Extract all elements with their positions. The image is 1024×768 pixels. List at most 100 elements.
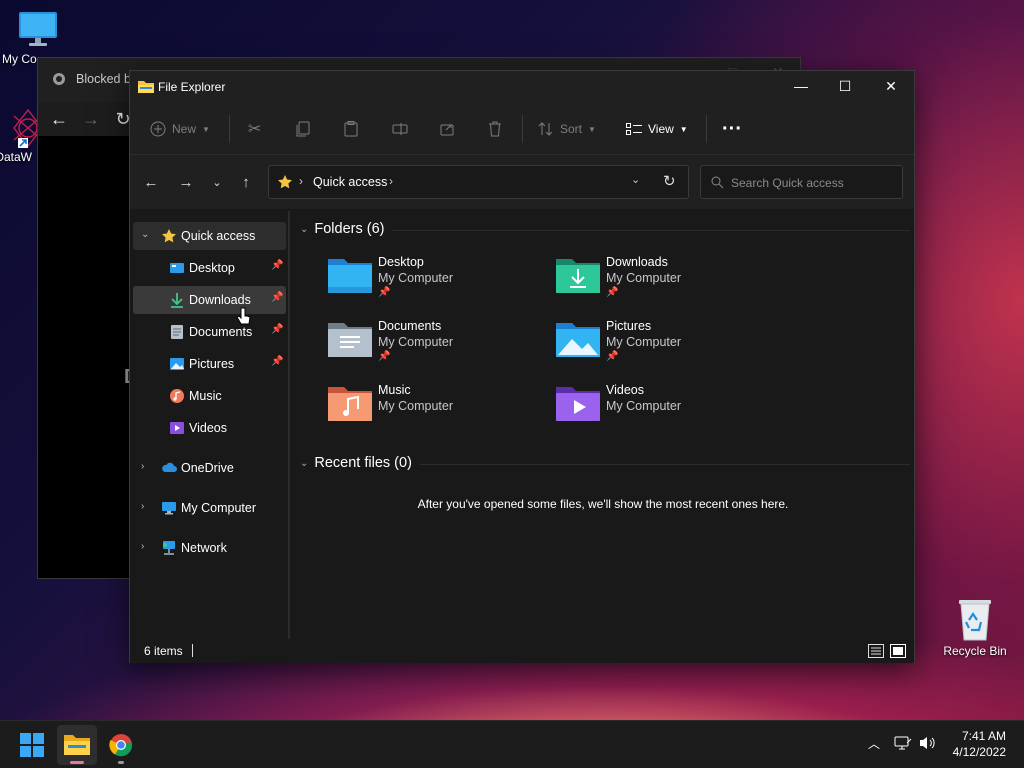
clock-time: 7:41 AM xyxy=(961,729,1006,743)
cut-button[interactable]: ✂ xyxy=(248,103,261,155)
taskbar-file-explorer[interactable] xyxy=(57,725,97,765)
folder-location: My Computer xyxy=(606,271,682,285)
chevron-down-icon: ▼ xyxy=(679,124,688,134)
breadcrumb-separator-icon: › xyxy=(299,174,303,188)
address-bar[interactable]: › Quick access › ⌄ ↻ xyxy=(268,165,689,199)
delete-button[interactable] xyxy=(488,103,502,155)
pin-icon: 📌 xyxy=(606,287,619,298)
more-options-button[interactable]: ··· xyxy=(722,103,742,155)
chevron-down-icon[interactable]: ⌄ xyxy=(300,224,308,235)
nav-item-downloads[interactable]: Downloads 📌 xyxy=(133,286,286,314)
documents-folder-icon xyxy=(328,323,372,357)
search-input[interactable] xyxy=(731,174,891,192)
folder-location: My Computer xyxy=(606,335,682,349)
item-count: 6 items xyxy=(144,644,183,658)
folder-location: My Computer xyxy=(378,399,454,413)
chevron-down-icon: ▼ xyxy=(202,124,210,134)
nav-item-videos[interactable]: Videos xyxy=(133,414,286,442)
nav-item-my-computer[interactable]: › My Computer xyxy=(133,494,286,522)
chevron-down-icon[interactable]: ⌄ xyxy=(300,458,308,469)
view-button[interactable]: View ▼ xyxy=(626,103,688,155)
breadcrumb-quick-access[interactable]: Quick access xyxy=(313,175,387,189)
folder-tile-documents[interactable]: Documents My Computer 📌 xyxy=(328,319,548,379)
nav-item-quick-access[interactable]: ⌄ Quick access xyxy=(133,222,286,250)
recycle-bin-icon xyxy=(959,600,991,641)
folders-section-header[interactable]: ⌄ Folders (6) xyxy=(300,221,385,237)
rename-button[interactable] xyxy=(392,103,408,155)
folder-tile-pictures[interactable]: Pictures My Computer 📌 xyxy=(556,319,776,379)
nav-item-onedrive[interactable]: › OneDrive xyxy=(133,454,286,482)
new-button-label: New xyxy=(172,122,197,136)
recent-files-section-title: Recent files (0) xyxy=(314,455,412,471)
search-box[interactable] xyxy=(700,165,903,199)
chevron-right-icon[interactable]: › xyxy=(141,541,144,552)
paste-button[interactable] xyxy=(344,103,358,155)
videos-folder-icon xyxy=(556,387,600,421)
system-clock[interactable]: 7:41 AM 4/12/2022 xyxy=(953,728,1006,760)
folder-location: My Computer xyxy=(378,271,454,285)
folder-tile-music[interactable]: Music My Computer xyxy=(328,383,548,443)
title-bar[interactable]: File Explorer — ☐ ✕ xyxy=(130,71,914,103)
star-icon xyxy=(278,175,292,189)
divider xyxy=(706,115,707,143)
nav-item-label: My Computer xyxy=(181,501,257,515)
navigation-pane: ⌄ Quick access Desktop 📌 Downloads 📌 Doc… xyxy=(130,209,290,639)
search-icon xyxy=(711,176,724,189)
refresh-icon[interactable]: ↻ xyxy=(663,172,676,190)
forward-button[interactable]: → xyxy=(175,172,197,194)
folder-name: Desktop xyxy=(378,255,424,269)
nav-item-documents[interactable]: Documents 📌 xyxy=(133,318,286,346)
folder-tile-videos[interactable]: Videos My Computer xyxy=(556,383,776,443)
browser-back-icon[interactable]: ← xyxy=(48,108,70,130)
copy-button[interactable] xyxy=(296,103,310,155)
breadcrumb-separator-icon[interactable]: › xyxy=(389,174,393,188)
clock-date: 4/12/2022 xyxy=(952,745,1006,759)
large-icons-view-icon[interactable] xyxy=(890,644,906,658)
share-button[interactable] xyxy=(440,103,456,155)
folder-name: Videos xyxy=(606,383,644,397)
network-status-icon[interactable] xyxy=(894,735,912,751)
browser-tab[interactable]: Blocked b xyxy=(52,72,131,86)
nav-item-label: Desktop xyxy=(189,261,235,275)
nav-item-desktop[interactable]: Desktop 📌 xyxy=(133,254,286,282)
minimize-button[interactable]: — xyxy=(778,71,824,101)
start-button[interactable] xyxy=(12,725,52,765)
folders-section-title: Folders (6) xyxy=(314,221,385,237)
star-icon xyxy=(162,229,176,243)
up-button[interactable]: ↑ xyxy=(235,172,257,194)
chevron-right-icon[interactable]: › xyxy=(141,501,144,512)
details-view-icon[interactable] xyxy=(868,644,884,658)
new-button[interactable]: New ▼ xyxy=(150,103,210,155)
back-button[interactable]: ← xyxy=(140,172,162,194)
chevron-right-icon[interactable]: › xyxy=(141,461,144,472)
browser-forward-icon[interactable]: → xyxy=(80,108,102,130)
close-button[interactable]: ✕ xyxy=(868,71,914,101)
show-hidden-icons-chevron-icon[interactable]: ︿ xyxy=(868,735,880,752)
folder-tile-desktop[interactable]: Desktop My Computer 📌 xyxy=(328,255,548,315)
desktop-icon-recycle-bin[interactable]: Recycle Bin xyxy=(937,598,1013,658)
taskbar-chrome[interactable] xyxy=(101,725,141,765)
maximize-button[interactable]: ☐ xyxy=(822,71,868,101)
address-history-chevron-icon[interactable]: ⌄ xyxy=(631,173,640,186)
text-cursor xyxy=(192,644,193,657)
volume-icon[interactable] xyxy=(919,735,937,751)
nav-item-label: Music xyxy=(189,389,222,403)
download-arrow-icon xyxy=(171,293,183,308)
folder-tile-downloads[interactable]: Downloads My Computer 📌 xyxy=(556,255,776,315)
recent-files-section-header[interactable]: ⌄ Recent files (0) xyxy=(300,455,412,471)
pane-splitter[interactable] xyxy=(288,211,290,639)
chevron-down-icon[interactable]: ⌄ xyxy=(141,229,149,240)
downloads-folder-icon xyxy=(556,259,600,293)
sort-button[interactable]: Sort ▼ xyxy=(538,103,596,155)
nav-item-pictures[interactable]: Pictures 📌 xyxy=(133,350,286,378)
recent-locations-button[interactable]: ⌄ xyxy=(206,172,228,194)
file-explorer-app-icon xyxy=(64,735,90,755)
nav-item-network[interactable]: › Network xyxy=(133,534,286,562)
file-explorer-window[interactable]: File Explorer — ☐ ✕ New ▼ ✂ Sort ▼ View … xyxy=(129,70,915,663)
nav-item-music[interactable]: Music xyxy=(133,382,286,410)
window-title: File Explorer xyxy=(158,80,226,94)
nav-item-label: Network xyxy=(181,541,227,555)
status-bar: 6 items xyxy=(130,639,914,663)
content-pane: ⌄ Folders (6) Desktop My Computer 📌 Down… xyxy=(292,209,914,639)
view-button-label: View xyxy=(648,122,674,136)
